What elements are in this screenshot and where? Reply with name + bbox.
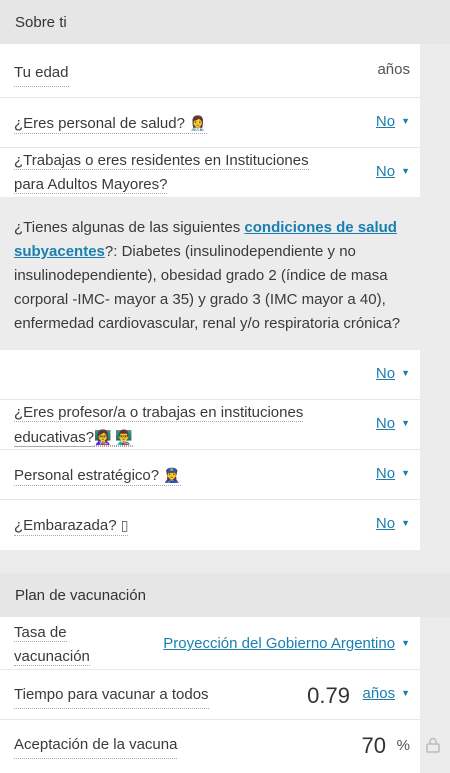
pregnant-value: No <box>375 515 396 532</box>
residents-label: ¿Trabajas o eres residentes en Instituci… <box>14 149 309 197</box>
strategic-row: Personal estratégico? 👮‍♀️ No ▼ <box>0 450 420 500</box>
teacher-select[interactable]: No ▼ <box>376 415 410 432</box>
rate-value: Proyección del Gobierno Argentino <box>163 635 396 652</box>
teacher-label-line2: educativas? <box>14 429 95 447</box>
lock-icon[interactable] <box>426 737 442 755</box>
pregnant-row: ¿Embarazada? ▯ No ▼ <box>0 500 420 550</box>
pregnant-select[interactable]: No ▼ <box>376 515 410 532</box>
chevron-down-icon: ▼ <box>401 638 410 648</box>
acceptance-label: Aceptación de la vacuna <box>14 733 178 759</box>
conditions-value: No <box>375 365 396 382</box>
rate-row: Tasa de vacunación Proyección del Gobier… <box>0 620 420 670</box>
time-row: Tiempo para vacunar a todos 0.79 años ▼ <box>0 670 420 720</box>
rate-label-line2: vacunación <box>14 648 90 666</box>
pregnant-label-text: ¿Embarazada? <box>14 517 117 534</box>
chevron-down-icon: ▼ <box>401 116 410 126</box>
residents-value: No <box>375 163 396 180</box>
section-header-sobre-ti: Sobre ti <box>0 0 450 44</box>
teacher-icon: 👩‍🏫 👨‍🏫 <box>94 429 133 446</box>
health-label-text: ¿Eres personal de salud? <box>14 115 185 132</box>
conditions-row: No ▼ <box>0 350 420 400</box>
acceptance-row: Aceptación de la vacuna 70 % <box>0 720 420 770</box>
rate-label: Tasa de vacunación <box>14 621 90 669</box>
time-label: Tiempo para vacunar a todos <box>14 683 209 709</box>
time-unit-value: años <box>362 685 396 702</box>
time-unit-select[interactable]: años ▼ <box>363 685 410 702</box>
age-row: Tu edad años <box>0 48 420 98</box>
residents-row: ¿Trabajas o eres residentes en Instituci… <box>0 148 420 197</box>
conditions-question: ¿Tienes algunas de las siguientes condic… <box>14 216 426 336</box>
health-personnel-select[interactable]: No ▼ <box>376 113 410 130</box>
teacher-label-line1: ¿Eres profesor/a o trabajas en instituci… <box>14 404 304 422</box>
section-header-plan: Plan de vacunación <box>0 573 450 617</box>
teacher-label: ¿Eres profesor/a o trabajas en instituci… <box>14 401 304 450</box>
lock-icon-svg <box>426 737 440 753</box>
police-officer-icon: 👮‍♀️ <box>163 467 181 483</box>
section-title: Plan de vacunación <box>15 586 146 604</box>
health-personnel-value: No <box>375 113 396 130</box>
health-personnel-label: ¿Eres personal de salud? 👩‍⚕️ <box>14 111 207 136</box>
strategic-label-text: Personal estratégico? <box>14 467 160 484</box>
chevron-down-icon: ▼ <box>401 688 410 698</box>
acceptance-unit: % <box>396 737 410 754</box>
chevron-down-icon: ▼ <box>401 418 410 428</box>
chevron-down-icon: ▼ <box>401 468 410 478</box>
pregnant-icon: ▯ <box>120 517 129 533</box>
strategic-label: Personal estratégico? 👮‍♀️ <box>14 463 181 488</box>
teacher-row: ¿Eres profesor/a o trabajas en instituci… <box>0 400 420 450</box>
residents-select[interactable]: No ▼ <box>376 163 410 180</box>
time-value[interactable]: 0.79 <box>307 683 350 709</box>
health-personnel-row: ¿Eres personal de salud? 👩‍⚕️ No ▼ <box>0 98 420 148</box>
pregnant-label: ¿Embarazada? ▯ <box>14 513 129 538</box>
chevron-down-icon: ▼ <box>401 518 410 528</box>
residents-label-line1: ¿Trabajas o eres residentes en Instituci… <box>14 152 309 170</box>
chevron-down-icon: ▼ <box>401 368 410 378</box>
section-title: Sobre ti <box>15 13 67 31</box>
conditions-text-pre: ¿Tienes algunas de las siguientes <box>14 219 245 236</box>
residents-label-line2: para Adultos Mayores? <box>14 176 168 194</box>
acceptance-value[interactable]: 70 <box>362 733 386 759</box>
strategic-value: No <box>375 465 396 482</box>
rate-label-line1: Tasa de <box>14 624 67 642</box>
teacher-value: No <box>375 415 396 432</box>
age-unit[interactable]: años <box>377 61 410 78</box>
strategic-select[interactable]: No ▼ <box>376 465 410 482</box>
conditions-select[interactable]: No ▼ <box>376 365 410 382</box>
age-label: Tu edad <box>14 61 69 87</box>
rate-select[interactable]: Proyección del Gobierno Argentino ▼ <box>163 635 410 652</box>
chevron-down-icon: ▼ <box>401 166 410 176</box>
health-worker-icon: 👩‍⚕️ <box>189 115 207 131</box>
